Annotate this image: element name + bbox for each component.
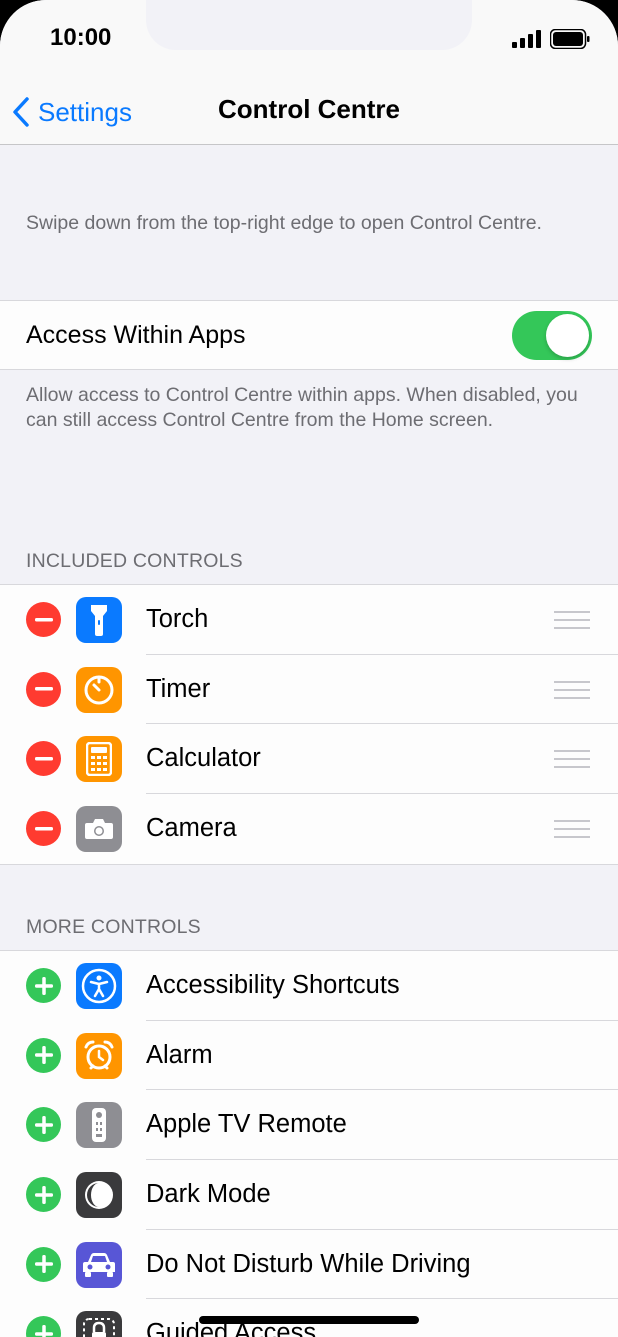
remove-button[interactable] [26, 671, 61, 707]
list-item: Apple TV Remote [0, 1090, 618, 1161]
control-label: Camera [146, 814, 237, 843]
navigation-bar: Settings Control Centre [0, 80, 618, 145]
notch [146, 0, 472, 50]
more-controls-list: Accessibility Shortcuts Alarm Apple TV R… [0, 950, 618, 1337]
list-item: Camera [0, 794, 618, 864]
minus-icon [34, 617, 53, 621]
add-button[interactable] [26, 1177, 61, 1213]
control-label: Torch [146, 605, 209, 633]
add-button[interactable] [26, 1246, 61, 1282]
control-label: Timer [146, 674, 211, 703]
lock-icon [76, 1311, 122, 1337]
car-icon [76, 1241, 122, 1288]
dark-mode-icon [76, 1172, 122, 1219]
intro-note: Swipe down from the top-right edge to op… [26, 212, 542, 234]
list-item: Alarm [0, 1021, 618, 1091]
add-button[interactable] [26, 1037, 61, 1073]
reorder-handle-icon[interactable] [554, 611, 590, 629]
accessibility-icon [76, 963, 122, 1009]
add-button[interactable] [26, 1107, 61, 1143]
plus-icon [34, 1324, 53, 1337]
access-within-apps-footer: Allow access to Control Centre within ap… [26, 384, 578, 431]
status-bar: 10:00 [0, 0, 618, 80]
signal-icon [512, 30, 541, 48]
calculator-icon [76, 736, 122, 783]
add-button[interactable] [26, 968, 61, 1003]
list-item: Accessibility Shortcuts [0, 951, 618, 1021]
access-within-apps-toggle[interactable] [512, 311, 592, 360]
list-item: Do Not Disturb While Driving [0, 1230, 618, 1300]
minus-icon [34, 756, 53, 761]
control-label: Calculator [146, 744, 261, 773]
reorder-handle-icon[interactable] [554, 680, 590, 699]
access-within-apps-group: Access Within Apps [0, 300, 618, 370]
toggle-knob [546, 314, 589, 357]
reorder-handle-icon[interactable] [554, 820, 590, 839]
camera-icon [76, 806, 122, 853]
included-controls-list: Torch Timer Calculator Camera [0, 584, 618, 865]
home-indicator[interactable] [199, 1316, 419, 1324]
control-label: Dark Mode [146, 1180, 271, 1209]
list-item: Torch [0, 585, 618, 655]
control-label: Do Not Disturb While Driving [146, 1249, 471, 1278]
plus-icon [34, 1046, 53, 1065]
remove-button[interactable] [26, 811, 61, 847]
access-within-apps-label: Access Within Apps [26, 321, 246, 349]
control-centre-screen: 10:00 Settings Control Centre Swipe down… [0, 0, 618, 1337]
status-time: 10:00 [50, 24, 112, 51]
list-item: Dark Mode [0, 1160, 618, 1230]
control-label: Alarm [146, 1040, 213, 1069]
remove-button[interactable] [26, 741, 61, 777]
included-controls-header: INCLUDED CONTROLS [26, 550, 243, 572]
page-title: Control Centre [218, 94, 400, 124]
torch-icon [76, 597, 122, 643]
list-item: Timer [0, 655, 618, 725]
plus-icon [34, 1255, 53, 1274]
list-item: Calculator [0, 724, 618, 795]
timer-icon [76, 666, 122, 713]
control-label: Apple TV Remote [146, 1110, 347, 1139]
plus-icon [34, 976, 53, 995]
minus-icon [34, 826, 53, 831]
alarm-icon [76, 1032, 122, 1079]
plus-icon [34, 1185, 53, 1204]
control-label: Accessibility Shortcuts [146, 971, 400, 999]
battery-icon [550, 29, 590, 49]
remote-icon [76, 1102, 122, 1149]
more-controls-header: MORE CONTROLS [26, 916, 201, 938]
plus-icon [34, 1115, 53, 1134]
add-button[interactable] [26, 1316, 61, 1337]
remove-button[interactable] [26, 602, 61, 637]
minus-icon [34, 687, 53, 691]
reorder-handle-icon[interactable] [554, 750, 590, 769]
